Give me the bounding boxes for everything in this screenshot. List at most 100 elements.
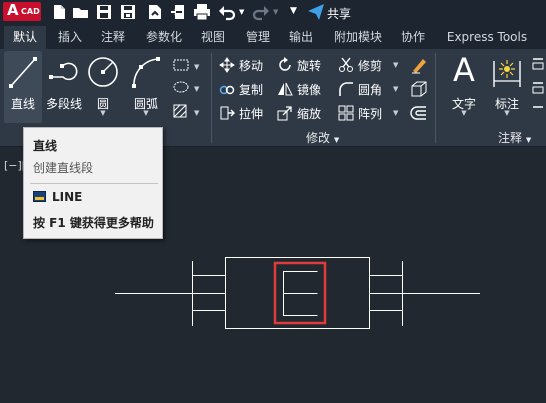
- erase-icon[interactable]: [410, 56, 428, 74]
- trim-dropdown-icon[interactable]: ▼: [393, 61, 398, 69]
- tooltip-help: 按 F1 键获得更多帮助: [33, 216, 154, 230]
- logo-text: CAD: [21, 7, 40, 16]
- explode-icon[interactable]: [410, 80, 428, 98]
- annotation-panel-title[interactable]: 注释 ▼: [498, 129, 531, 146]
- annotation-dropdown-icon: ▼: [525, 136, 532, 144]
- text-icon: A: [453, 51, 475, 89]
- array-icon: [338, 105, 354, 121]
- array-dropdown-icon[interactable]: ▼: [393, 109, 398, 117]
- dimension-dropdown-icon[interactable]: ▼: [488, 109, 526, 117]
- mirror-icon: [278, 82, 293, 96]
- polyline-label: 多段线: [45, 97, 82, 111]
- tooltip-divider: [30, 183, 158, 184]
- svg-text:▼: ▼: [194, 109, 200, 117]
- array-button[interactable]: 阵列: [338, 103, 382, 123]
- rotate-button[interactable]: 旋转: [277, 55, 321, 75]
- trim-button[interactable]: 修剪: [338, 55, 382, 75]
- arc-button[interactable]: 圆弧 ▼: [126, 51, 166, 123]
- text-button[interactable]: A 文字 ▼: [444, 51, 484, 123]
- ribbon-tab-bar: 默认 插入 注释 参数化 视图 管理 输出 附加模块 协作 Express To…: [0, 26, 546, 49]
- save-icon[interactable]: [95, 3, 113, 21]
- mirror-label: 镜像: [297, 82, 322, 97]
- logo-letter: A: [7, 1, 19, 19]
- copy-icon: [219, 85, 235, 95]
- share-icon[interactable]: [307, 3, 325, 21]
- polyline-icon: [49, 62, 78, 81]
- new-icon[interactable]: [50, 3, 68, 21]
- rotate-icon: [279, 57, 291, 71]
- share-label[interactable]: 共享: [327, 5, 351, 22]
- rectangle-icon[interactable]: ▼: [172, 57, 206, 73]
- open-icon[interactable]: [72, 3, 90, 21]
- circle-dropdown-icon[interactable]: ▼: [85, 109, 121, 117]
- move-label: 移动: [239, 58, 264, 73]
- arc-icon: [132, 57, 160, 88]
- redo-icon[interactable]: [252, 3, 270, 21]
- move-icon: [219, 57, 235, 73]
- mirror-button[interactable]: 镜像: [277, 79, 321, 99]
- title-bar: A CAD ▼ ▼ ▼ 共享: [0, 0, 546, 26]
- stretch-label: 拉伸: [239, 106, 264, 121]
- tab-output[interactable]: 输出: [282, 26, 320, 49]
- svg-text:▼: ▼: [194, 85, 200, 93]
- text-dropdown-icon[interactable]: ▼: [444, 109, 484, 117]
- undo-icon[interactable]: [218, 3, 236, 21]
- redo-dropdown-icon[interactable]: ▼: [273, 8, 278, 16]
- modify-panel-label: 修改: [306, 131, 331, 145]
- tab-manage[interactable]: 管理: [239, 26, 277, 49]
- annotation-more-icon[interactable]: [531, 55, 545, 125]
- command-icon: [33, 191, 46, 202]
- dimension-button[interactable]: 标注 ▼: [488, 51, 526, 123]
- app-logo[interactable]: A CAD: [3, 1, 41, 21]
- copy-label: 复制: [239, 82, 264, 97]
- tab-addins[interactable]: 附加模块: [327, 26, 389, 49]
- tooltip-title: 直线: [33, 139, 58, 153]
- panel-separator: [211, 53, 212, 143]
- modify-panel-title[interactable]: 修改 ▼: [306, 129, 339, 146]
- tooltip-command: LINE: [52, 190, 83, 204]
- move-button[interactable]: 移动: [219, 55, 263, 75]
- polyline-button[interactable]: 多段线: [44, 51, 84, 123]
- line-button[interactable]: 直线: [4, 51, 42, 123]
- customize-icon[interactable]: ▼: [290, 6, 297, 16]
- plot-icon[interactable]: [193, 3, 211, 21]
- fillet-button[interactable]: 圆角: [338, 79, 382, 99]
- open-web-icon[interactable]: [146, 3, 164, 21]
- modify-dropdown-icon: ▼: [333, 136, 340, 144]
- fillet-label: 圆角: [358, 82, 383, 97]
- svg-text:▼: ▼: [194, 63, 200, 71]
- save-web-icon[interactable]: [170, 3, 188, 21]
- line-tooltip: 直线 创建直线段 LINE 按 F1 键获得更多帮助: [23, 127, 163, 239]
- fillet-icon: [339, 82, 353, 96]
- tab-default[interactable]: 默认: [4, 26, 46, 49]
- line-icon: [9, 57, 37, 88]
- hatch-ellipse-icon[interactable]: ▼: [172, 79, 206, 95]
- tab-express-tools[interactable]: Express Tools: [438, 26, 536, 49]
- undo-dropdown-icon[interactable]: ▼: [239, 8, 244, 16]
- scale-button[interactable]: 缩放: [277, 103, 321, 123]
- hatch-icon[interactable]: ▼: [172, 103, 206, 119]
- tab-annotate[interactable]: 注释: [93, 26, 133, 49]
- panel-separator: [435, 53, 436, 143]
- trim-icon: [339, 57, 353, 72]
- array-label: 阵列: [358, 106, 383, 121]
- dimension-icon: [493, 60, 521, 87]
- tab-insert[interactable]: 插入: [50, 26, 90, 49]
- tab-collaborate[interactable]: 协作: [393, 26, 433, 49]
- cad-window: A CAD ▼ ▼ ▼ 共享 默认 插入 注释 参数化 视图 管理 输出 附加模…: [0, 0, 546, 403]
- arc-dropdown-icon[interactable]: ▼: [126, 109, 166, 117]
- rotate-label: 旋转: [297, 58, 322, 73]
- tooltip-description: 创建直线段: [33, 161, 94, 175]
- fillet-dropdown-icon[interactable]: ▼: [393, 85, 398, 93]
- circle-button[interactable]: 圆 ▼: [85, 51, 121, 123]
- offset-icon[interactable]: [410, 104, 428, 122]
- stretch-button[interactable]: 拉伸: [219, 103, 263, 123]
- trim-label: 修剪: [358, 58, 383, 73]
- copy-button[interactable]: 复制: [219, 79, 263, 99]
- circle-icon: [88, 57, 118, 87]
- save-as-icon[interactable]: [119, 3, 137, 21]
- tab-view[interactable]: 视图: [194, 26, 232, 49]
- scale-label: 缩放: [297, 106, 322, 121]
- tab-parametric[interactable]: 参数化: [137, 26, 191, 49]
- scale-icon: [277, 106, 292, 121]
